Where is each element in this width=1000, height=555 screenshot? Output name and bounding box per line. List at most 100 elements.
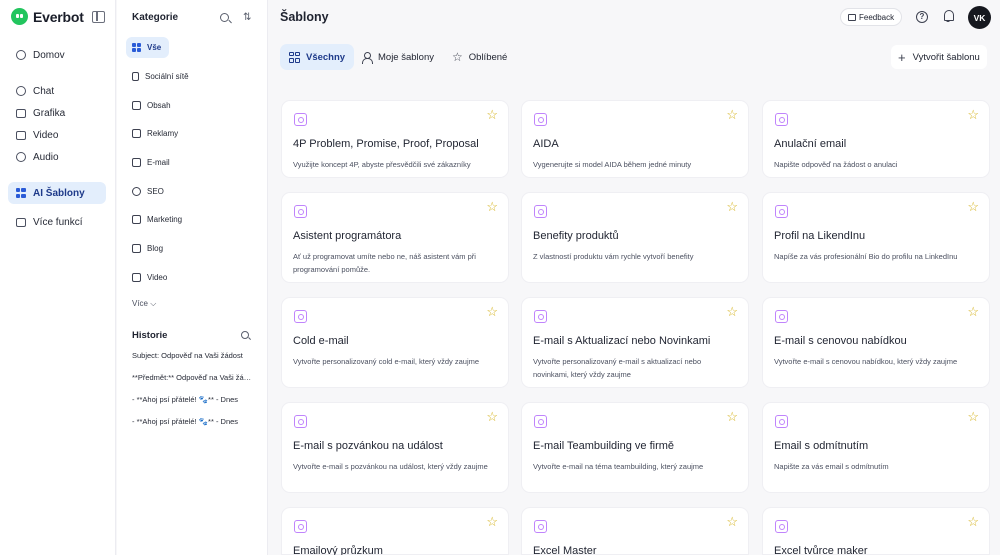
favorite-star-icon[interactable]: ☆ — [726, 200, 738, 213]
tab-vsechny[interactable]: Všechny — [280, 44, 355, 70]
category-item-seo[interactable]: SEO — [126, 181, 172, 202]
template-card[interactable]: ☆ E-mail s cenovou nabídkou Vytvořte e-m… — [762, 297, 990, 388]
template-card[interactable]: ☆ E-mail s Aktualizací nebo Novinkami Vy… — [521, 297, 749, 388]
template-card[interactable]: ☆ E-mail s pozvánkou na událost Vytvořte… — [281, 402, 509, 493]
category-item-socialni-site[interactable]: Sociální sítě — [126, 66, 197, 87]
history-item[interactable]: - **Ahoj psí přátelé! 🐾** - Dnes — [132, 417, 254, 426]
template-card[interactable]: ☆ E-mail Teambuilding ve firmě Vytvořte … — [521, 402, 749, 493]
chat-icon — [15, 86, 26, 97]
template-icon — [294, 415, 307, 428]
document-icon — [132, 101, 141, 110]
nav-item-label: Více funkcí — [33, 216, 83, 228]
template-title: Anulační email — [774, 138, 847, 150]
tab-label: Všechny — [306, 51, 346, 63]
nav-item-ai-sablony[interactable]: AI Šablony — [8, 182, 106, 204]
nav-item-audio[interactable]: Audio — [8, 146, 106, 168]
category-item-marketing[interactable]: Marketing — [126, 209, 190, 230]
favorite-star-icon[interactable]: ☆ — [967, 305, 979, 318]
template-card[interactable]: ☆ Excel tvůrce maker — [762, 507, 990, 555]
favorite-star-icon[interactable]: ☆ — [726, 515, 738, 528]
logo[interactable]: Everbot — [11, 8, 84, 25]
category-label: Reklamy — [147, 129, 179, 138]
top-bar: Šablony Feedback ? VK — [269, 0, 1000, 34]
sort-icon[interactable]: ⇅ — [243, 13, 251, 23]
favorite-star-icon[interactable]: ☆ — [486, 410, 498, 423]
template-card[interactable]: ☆ Excel Master — [521, 507, 749, 555]
nav-item-grafika[interactable]: Grafika — [8, 102, 106, 124]
tab-moje-sablony[interactable]: Moje šablony — [353, 44, 443, 70]
chart-icon — [132, 215, 141, 224]
video-icon — [15, 130, 26, 141]
history-item[interactable]: - **Ahoj psí přátelé! 🐾** - Dnes — [132, 395, 254, 404]
history-item[interactable]: **Předmět:** Odpověď na Vaši žádost — [132, 373, 254, 382]
template-icon — [775, 520, 788, 533]
template-card[interactable]: ☆ 4P Problem, Promise, Proof, Proposal V… — [281, 100, 509, 178]
favorite-star-icon[interactable]: ☆ — [726, 410, 738, 423]
help-icon[interactable]: ? — [916, 11, 928, 23]
template-card[interactable]: ☆ Asistent programátora Ať už programova… — [281, 192, 509, 283]
template-description: Ať už programovat umíte nebo ne, náš asi… — [293, 252, 476, 274]
grid-icon — [132, 43, 141, 52]
history-search-icon[interactable] — [241, 331, 249, 339]
template-card[interactable]: ☆ Emailový průzkum — [281, 507, 509, 555]
category-item-video[interactable]: Video — [126, 267, 175, 288]
favorite-star-icon[interactable]: ☆ — [967, 200, 979, 213]
feedback-icon — [848, 13, 856, 21]
template-description: Napíše za vás profesionální Bio do profi… — [774, 252, 958, 261]
template-icon — [534, 520, 547, 533]
search-icon[interactable] — [220, 13, 229, 22]
category-item-reklamy[interactable]: Reklamy — [126, 123, 186, 144]
notification-bell-icon[interactable] — [943, 10, 954, 22]
category-item-vse[interactable]: Vše — [126, 37, 170, 58]
template-card[interactable]: ☆ Benefity produktů Z vlastností produkt… — [521, 192, 749, 283]
favorite-star-icon[interactable]: ☆ — [486, 108, 498, 121]
favorite-star-icon[interactable]: ☆ — [486, 515, 498, 528]
category-label: SEO — [147, 187, 164, 196]
nav-item-video[interactable]: Video — [8, 124, 106, 146]
favorite-star-icon[interactable]: ☆ — [486, 200, 498, 213]
history-item[interactable]: Subject: Odpověď na Vaši žádost — [132, 351, 254, 360]
nav-item-domov[interactable]: Domov — [8, 44, 106, 66]
tab-oblibene[interactable]: ☆ Oblíbené — [443, 44, 516, 70]
category-item-blog[interactable]: Blog — [126, 238, 171, 259]
template-description: Vytvořte personalizovaný e-mail s aktual… — [533, 357, 702, 379]
favorite-star-icon[interactable]: ☆ — [967, 410, 979, 423]
audio-icon — [15, 152, 26, 163]
feedback-button[interactable]: Feedback — [840, 8, 903, 26]
template-title: Benefity produktů — [533, 230, 619, 242]
category-item-email[interactable]: E-mail — [126, 152, 178, 173]
favorite-star-icon[interactable]: ☆ — [967, 515, 979, 528]
favorite-star-icon[interactable]: ☆ — [967, 108, 979, 121]
category-title: Kategorie — [132, 12, 179, 23]
favorite-star-icon[interactable]: ☆ — [486, 305, 498, 318]
star-icon: ☆ — [452, 50, 463, 64]
tab-label: Moje šablony — [378, 51, 434, 63]
template-card[interactable]: ☆ AIDA Vygenerujte si model AIDA během j… — [521, 100, 749, 178]
template-icon — [775, 205, 788, 218]
template-card[interactable]: ☆ Email s odmítnutím Napište za vás emai… — [762, 402, 990, 493]
template-title: E-mail s Aktualizací nebo Novinkami — [533, 335, 711, 347]
template-title: 4P Problem, Promise, Proof, Proposal — [293, 138, 479, 150]
home-icon — [15, 50, 26, 61]
template-description: Využijte koncept 4P, abyste přesvědčili … — [293, 160, 471, 169]
template-card[interactable]: ☆ Anulační email Napište odpověď na žádo… — [762, 100, 990, 178]
favorite-star-icon[interactable]: ☆ — [726, 108, 738, 121]
sidebar-collapse-icon[interactable] — [92, 11, 105, 23]
nav-item-chat[interactable]: Chat — [8, 80, 106, 102]
template-title: E-mail s pozvánkou na událost — [293, 440, 443, 452]
nav-item-label: Video — [33, 129, 59, 141]
favorite-star-icon[interactable]: ☆ — [726, 305, 738, 318]
logo-text: Everbot — [33, 8, 84, 25]
template-card[interactable]: ☆ Profil na LikendInu Napíše za vás prof… — [762, 192, 990, 283]
category-item-obsah[interactable]: Obsah — [126, 95, 179, 116]
template-icon — [534, 310, 547, 323]
create-template-button[interactable]: + Vytvořit šablonu — [891, 45, 987, 69]
template-title: AIDA — [533, 138, 559, 150]
nav-item-vice-funkci[interactable]: Více funkcí — [8, 211, 106, 233]
template-title: Excel Master — [533, 545, 597, 555]
category-label: Blog — [147, 244, 164, 253]
more-categories-toggle[interactable]: Více ⌵ — [132, 299, 156, 309]
avatar[interactable]: VK — [968, 6, 991, 29]
template-card[interactable]: ☆ Cold e-mail Vytvořte personalizovaný c… — [281, 297, 509, 388]
phone-icon — [132, 72, 139, 81]
